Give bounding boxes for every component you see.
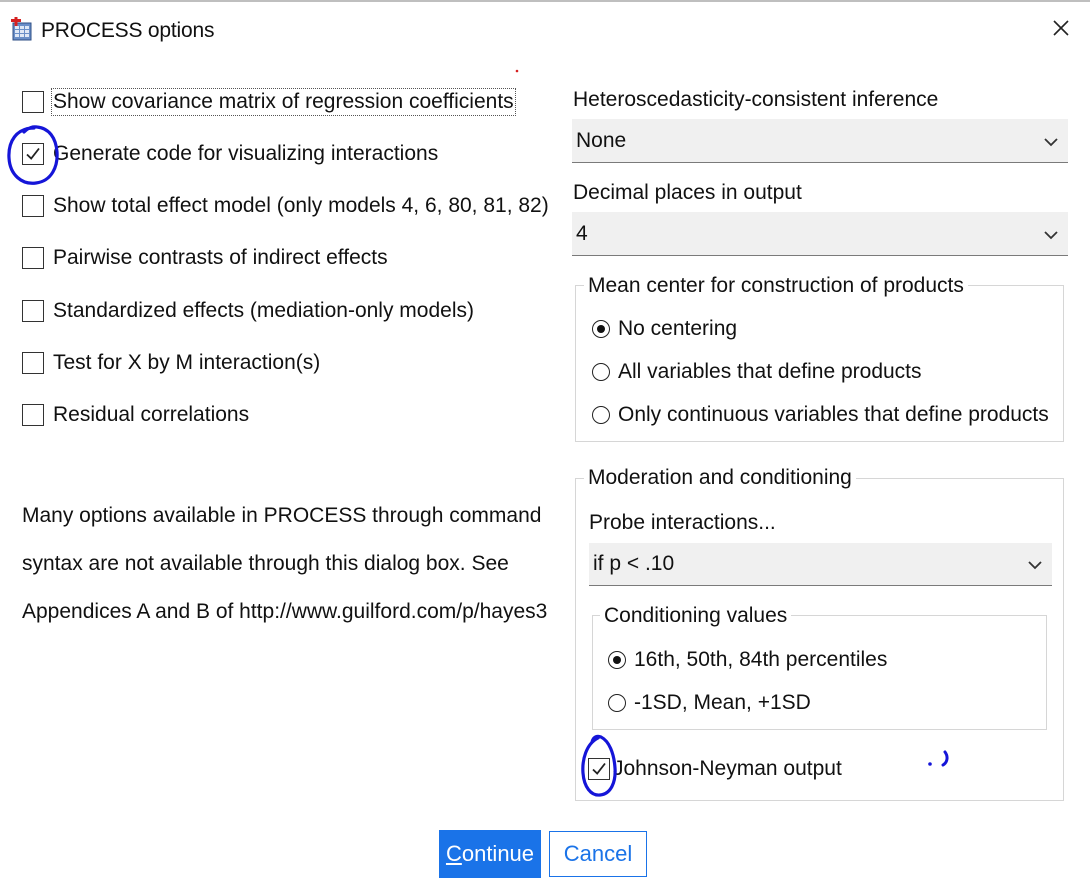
- option-show-covariance-matrix[interactable]: Show covariance matrix of regression coe…: [22, 87, 516, 117]
- option-label: Show total effect model (only models 4, …: [53, 194, 549, 217]
- radio-selected[interactable]: [608, 651, 626, 669]
- window-title: PROCESS options: [41, 19, 215, 42]
- window-top-border: [0, 0, 1090, 2]
- decimal-places-label: Decimal places in output: [573, 181, 802, 204]
- option-residual-correlations[interactable]: Residual correlations: [22, 400, 249, 430]
- checkbox[interactable]: [22, 247, 44, 269]
- select-value: if p < .10: [593, 552, 675, 575]
- note-line: Many options available in PROCESS throug…: [22, 504, 542, 527]
- option-label: Residual correlations: [53, 403, 250, 426]
- option-label: Standardized effects (mediation-only mod…: [53, 299, 474, 322]
- option-standardized-effects[interactable]: Standardized effects (mediation-only mod…: [22, 296, 474, 326]
- cancel-button[interactable]: Cancel: [549, 831, 647, 877]
- option-label: Show covariance matrix of regression coe…: [51, 88, 516, 116]
- radio-no-centering[interactable]: No centering: [592, 317, 737, 341]
- option-label: Test for X by M interaction(s): [53, 351, 321, 374]
- moderation-legend: Moderation and conditioning: [584, 466, 856, 490]
- note-line: Appendices A and B of http://www.guilfor…: [22, 600, 548, 623]
- option-generate-visualization-code[interactable]: Generate code for visualizing interactio…: [22, 139, 438, 169]
- checkbox[interactable]: [22, 195, 44, 217]
- option-test-x-by-m[interactable]: Test for X by M interaction(s): [22, 348, 320, 378]
- checkbox[interactable]: [22, 300, 44, 322]
- probe-interactions-label: Probe interactions...: [589, 511, 776, 534]
- checkbox[interactable]: [22, 91, 44, 113]
- radio-only-continuous[interactable]: Only continuous variables that define pr…: [592, 403, 1049, 427]
- radio-sd-mean[interactable]: -1SD, Mean, +1SD: [608, 691, 811, 715]
- hc-inference-select[interactable]: None: [572, 119, 1068, 163]
- chevron-down-icon: [1028, 552, 1042, 576]
- checkbox-checked[interactable]: [22, 143, 44, 165]
- radio-all-variables[interactable]: All variables that define products: [592, 360, 922, 384]
- option-johnson-neyman[interactable]: Johnson-Neyman output: [588, 754, 842, 784]
- spss-app-icon: [11, 17, 33, 41]
- radio-label: No centering: [618, 317, 738, 340]
- radio-label: 16th, 50th, 84th percentiles: [634, 648, 888, 671]
- option-total-effect-model[interactable]: Show total effect model (only models 4, …: [22, 191, 549, 221]
- continue-mnemonic: C: [445, 841, 462, 866]
- chevron-down-icon: [1044, 222, 1058, 246]
- ink-dot-annotation: [515, 69, 519, 73]
- mean-center-legend: Mean center for construction of products: [584, 274, 968, 298]
- probe-interactions-select[interactable]: if p < .10: [589, 543, 1052, 586]
- radio-percentiles[interactable]: 16th, 50th, 84th percentiles: [608, 648, 887, 672]
- close-icon[interactable]: [1052, 15, 1070, 41]
- option-label: Pairwise contrasts of indirect effects: [53, 246, 388, 269]
- option-pairwise-contrasts[interactable]: Pairwise contrasts of indirect effects: [22, 243, 388, 273]
- option-label: Generate code for visualizing interactio…: [53, 142, 439, 165]
- conditioning-values-legend: Conditioning values: [600, 604, 792, 628]
- chevron-down-icon: [1044, 129, 1058, 153]
- radio-label: Only continuous variables that define pr…: [618, 403, 1049, 426]
- checkbox-checked[interactable]: [588, 758, 610, 780]
- cancel-label: Cancel: [563, 841, 633, 866]
- option-label: Johnson-Neyman output: [613, 757, 842, 780]
- checkbox[interactable]: [22, 352, 44, 374]
- continue-button[interactable]: Continue: [439, 830, 541, 878]
- radio-selected[interactable]: [592, 320, 610, 338]
- syntax-note: Many options available in PROCESS throug…: [22, 492, 562, 636]
- radio[interactable]: [592, 406, 610, 424]
- note-line: syntax are not available through this di…: [22, 552, 509, 575]
- radio-label: All variables that define products: [618, 360, 922, 383]
- radio[interactable]: [592, 363, 610, 381]
- radio[interactable]: [608, 694, 626, 712]
- radio-label: -1SD, Mean, +1SD: [634, 691, 811, 714]
- checkbox[interactable]: [22, 404, 44, 426]
- decimal-places-select[interactable]: 4: [572, 212, 1068, 256]
- select-value: None: [576, 128, 627, 152]
- continue-label: ontinue: [461, 841, 535, 866]
- select-value: 4: [576, 221, 588, 245]
- hc-inference-label: Heteroscedasticity-consistent inference: [573, 88, 939, 111]
